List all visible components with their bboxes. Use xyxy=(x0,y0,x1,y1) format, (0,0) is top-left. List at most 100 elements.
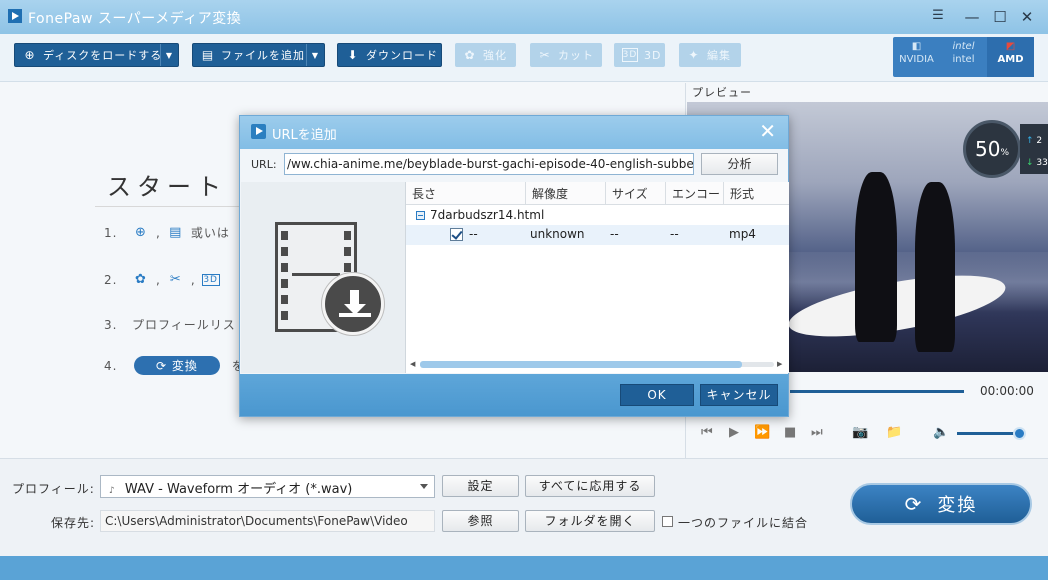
convert-icon: ⟳ xyxy=(904,492,924,516)
step-number: 3. xyxy=(104,317,118,332)
merge-checkbox[interactable] xyxy=(662,516,673,527)
download-button[interactable]: ⬇ ダウンロード xyxy=(337,43,442,67)
table-row[interactable]: -- unknown -- -- mp4 xyxy=(406,225,789,245)
step-1: 1. ⊕ , ▤ 或いは xyxy=(104,225,230,240)
step-number: 2. xyxy=(104,272,118,287)
enhance-button[interactable]: ✿ 強化 xyxy=(455,43,516,67)
edit-label: 編集 xyxy=(707,49,731,62)
scroll-right-icon[interactable]: ▶ xyxy=(777,360,782,368)
collapse-icon[interactable] xyxy=(416,211,425,220)
load-disc-button[interactable]: ⊕ ディスクをロードする ▼ xyxy=(14,43,179,67)
convert-label: 変換 xyxy=(937,495,978,516)
scissors-icon: ✂ xyxy=(169,272,182,287)
gpu-intel[interactable]: intel intel xyxy=(940,37,987,77)
browse-button[interactable]: 参照 xyxy=(442,510,519,532)
scrollbar-thumb[interactable] xyxy=(420,361,742,368)
apply-all-button[interactable]: すべてに応用する xyxy=(525,475,655,497)
cell-size: -- xyxy=(610,227,619,241)
save-path-input[interactable]: C:\Users\Administrator\Documents\FonePaw… xyxy=(100,510,435,532)
menu-icon[interactable]: ☰ xyxy=(927,7,949,25)
skip-start-icon[interactable]: ⏮ xyxy=(701,425,713,440)
convert-button[interactable]: ⟳ 変換 xyxy=(850,483,1032,525)
stop-icon[interactable]: ■ xyxy=(784,425,796,440)
step-number: 1. xyxy=(104,225,118,240)
mini-convert-button: ⟳ 変換 xyxy=(134,356,220,375)
file-add-icon: ▤ xyxy=(201,48,215,62)
fast-forward-icon[interactable]: ⏩ xyxy=(754,425,770,440)
palette-icon: ✿ xyxy=(135,272,147,287)
cpu-percent: 50 xyxy=(974,137,1001,161)
row-checkbox[interactable] xyxy=(450,228,463,241)
disc-add-icon: ⊕ xyxy=(135,225,147,240)
app-title: FonePaw スーパーメディア変換 xyxy=(28,11,242,27)
gpu-amd[interactable]: ◩ AMD xyxy=(987,37,1034,77)
close-icon[interactable]: ✕ xyxy=(759,121,776,141)
folder-icon[interactable]: 📁 xyxy=(886,425,902,440)
profile-select[interactable]: ♪ WAV - Waveform オーディオ (*.wav) xyxy=(100,475,435,498)
step-2: 2. ✿ , ✂ , 3D xyxy=(104,272,220,287)
volume-slider[interactable] xyxy=(957,432,1019,435)
horizontal-scrollbar[interactable]: ◀ ▶ xyxy=(408,360,787,369)
ok-button[interactable]: OK xyxy=(620,384,694,406)
palette-icon: ✿ xyxy=(464,48,476,62)
analyze-button[interactable]: 分析 xyxy=(701,153,778,175)
scissors-icon: ✂ xyxy=(539,48,551,62)
dialog-title: URLを追加 xyxy=(272,128,337,143)
cell-length: -- xyxy=(469,227,478,241)
download-label: ダウンロード xyxy=(366,49,438,62)
gpu-nvidia-label: NVIDIA xyxy=(899,54,934,65)
load-disc-dropdown[interactable]: ▼ xyxy=(160,44,178,66)
volume-icon[interactable]: 🔈 xyxy=(933,425,949,440)
disc-add-icon: ⊕ xyxy=(24,48,36,62)
open-folder-button[interactable]: フォルダを開く xyxy=(525,510,655,532)
merge-label: 一つのファイルに結合 xyxy=(678,516,809,530)
url-label: URL: xyxy=(251,158,277,171)
app-logo-icon xyxy=(251,124,266,139)
gpu-nvidia[interactable]: ◧ NVIDIA xyxy=(893,37,940,77)
step-text: 或いは xyxy=(190,226,230,240)
sparkle-icon: ✦ xyxy=(688,48,700,62)
edit-button[interactable]: ✦ 編集 xyxy=(679,43,741,67)
amd-logo-icon: ◩ xyxy=(1005,41,1016,52)
media-table: 長さ 解像度 サイズ エンコー 形式 7darbudszr14.html -- … xyxy=(406,182,789,373)
add-file-dropdown[interactable]: ▼ xyxy=(306,44,324,66)
download-icon xyxy=(322,273,384,335)
close-button[interactable]: ✕ xyxy=(1016,8,1038,26)
add-file-label: ファイルを追加 xyxy=(221,49,305,62)
group-row[interactable]: 7darbudszr14.html xyxy=(406,206,789,226)
cut-button[interactable]: ✂ カット xyxy=(530,43,602,67)
app-logo-icon xyxy=(8,9,22,23)
network-speed: ↑ 2 ↓ 33 xyxy=(1020,124,1048,174)
maximize-button[interactable]: ☐ xyxy=(989,8,1011,26)
column-header[interactable]: 解像度 xyxy=(526,182,606,205)
play-icon[interactable]: ▶ xyxy=(729,425,739,440)
column-header[interactable]: 長さ xyxy=(406,182,526,205)
step-number: 4. xyxy=(104,358,118,373)
camera-icon[interactable]: 📷 xyxy=(852,425,868,440)
dialog-header: URLを追加 ✕ xyxy=(240,116,788,149)
settings-button[interactable]: 設定 xyxy=(442,475,519,497)
column-header[interactable]: 形式 xyxy=(724,182,789,205)
skip-end-icon[interactable]: ⏭ xyxy=(811,425,823,440)
cancel-button[interactable]: キャンセル xyxy=(700,384,778,406)
download-icon: ⬇ xyxy=(347,48,359,62)
column-header[interactable]: エンコー xyxy=(666,182,724,205)
download-arrow-icon: ↓ xyxy=(1026,158,1034,168)
minimize-button[interactable]: — xyxy=(961,8,983,26)
start-title: スタート xyxy=(107,173,227,201)
gpu-acceleration-panel: ◧ NVIDIA intel intel ◩ AMD xyxy=(893,37,1034,77)
scroll-left-icon[interactable]: ◀ xyxy=(410,360,415,368)
preview-label: プレビュー xyxy=(692,86,752,99)
wav-format-icon: ♪ xyxy=(109,486,115,496)
progress-bar[interactable] xyxy=(790,390,964,393)
threed-button[interactable]: 3D 3D xyxy=(614,43,665,67)
toolbar: ⊕ ディスクをロードする ▼ ▤ ファイルを追加 ▼ ⬇ ダウンロード ✿ 強化… xyxy=(0,34,1048,82)
column-header[interactable]: サイズ xyxy=(606,182,666,205)
step-text: プロフィールリスト xyxy=(132,318,249,332)
add-file-button[interactable]: ▤ ファイルを追加 ▼ xyxy=(192,43,325,67)
surfer-silhouette xyxy=(855,172,897,342)
url-input[interactable]: /ww.chia-anime.me/beyblade-burst-gachi-e… xyxy=(284,153,694,175)
time-display: 00:00:00 xyxy=(980,384,1034,398)
profile-label: プロフィール: xyxy=(12,482,95,496)
volume-knob[interactable] xyxy=(1013,427,1026,440)
